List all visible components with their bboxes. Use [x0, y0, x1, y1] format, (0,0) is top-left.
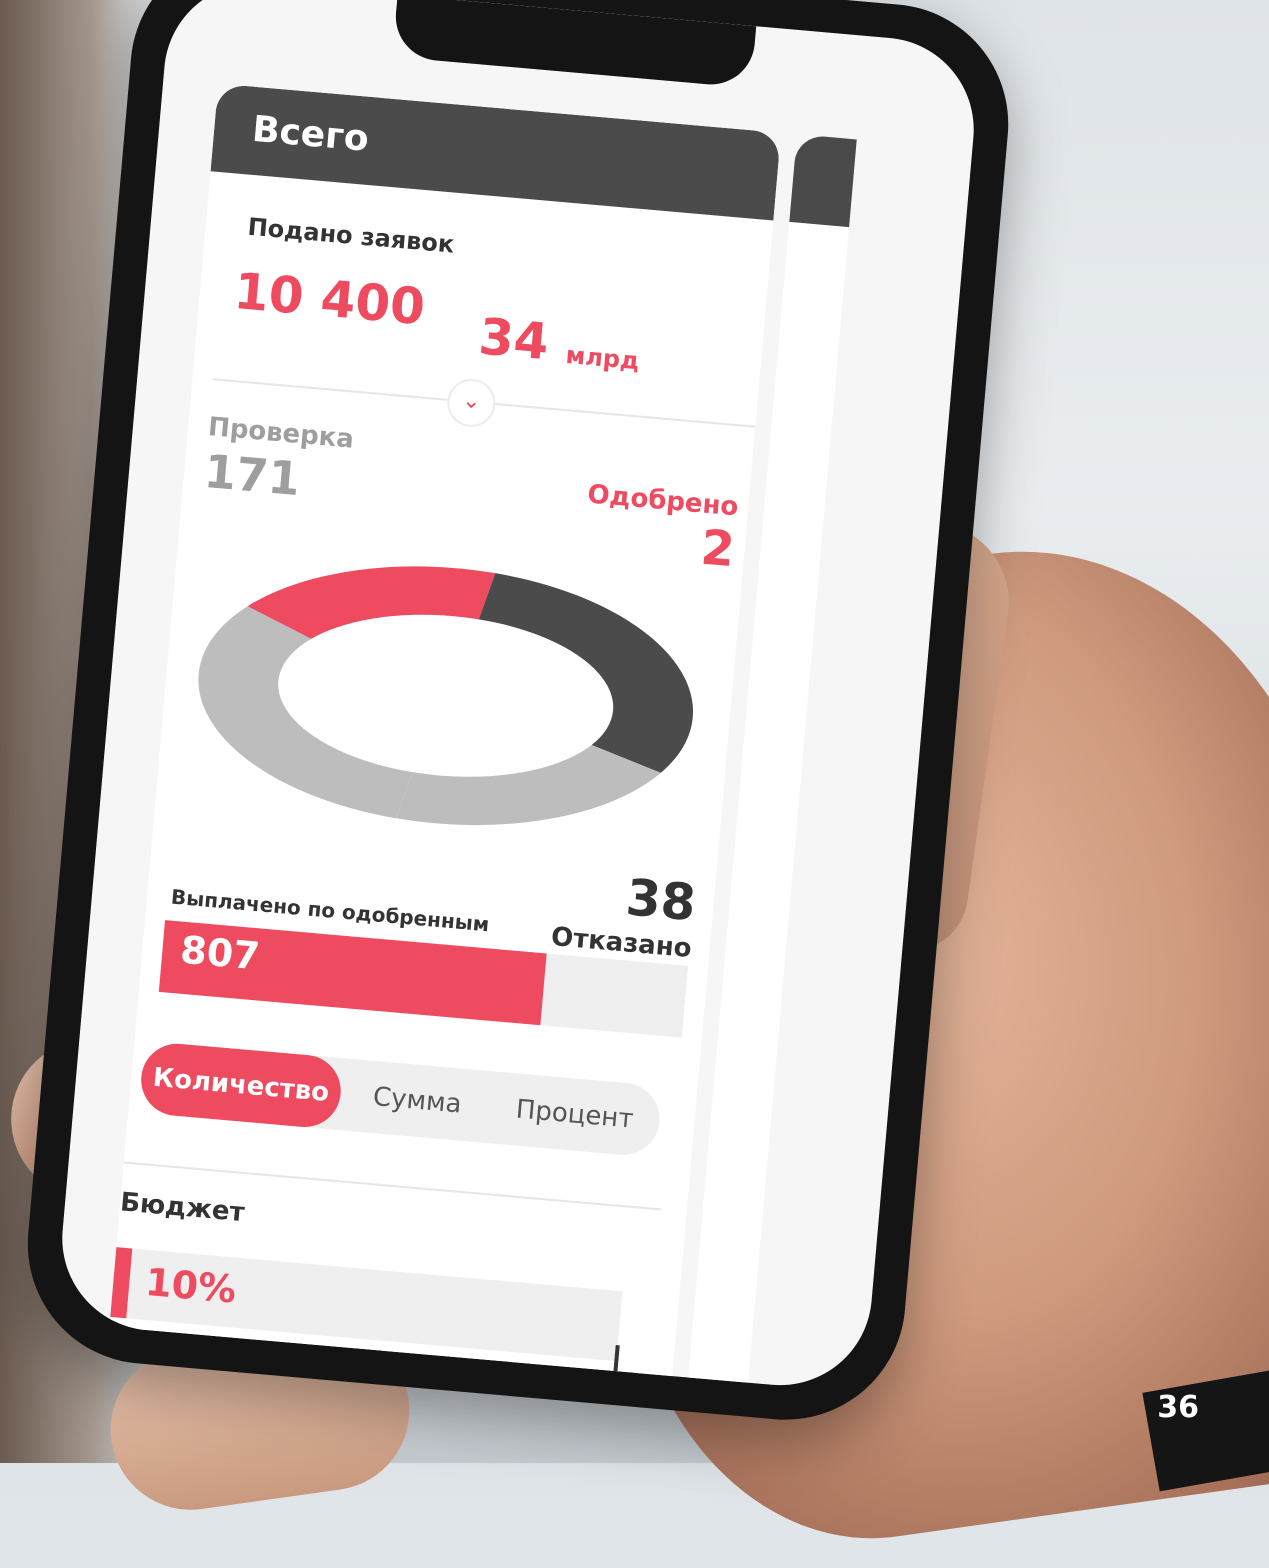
expand-button[interactable]: ⌄	[445, 376, 498, 429]
paid-value: 807	[178, 927, 262, 979]
applied-sum-value: 34	[476, 307, 552, 372]
page-number: 36	[1157, 1390, 1199, 1425]
status-donut-chart	[198, 566, 694, 826]
metric-switcher: Количество Сумма Процент	[138, 1040, 663, 1158]
budget-progress-track: 10%	[108, 1246, 623, 1362]
next-card-header	[789, 134, 857, 228]
budget-label: Бюджет	[119, 1187, 246, 1229]
phone-notch	[392, 0, 757, 89]
donut-segment-rejected	[478, 573, 694, 773]
budget-value: 10%	[143, 1259, 239, 1312]
check-value: 171	[202, 443, 303, 507]
tab-count[interactable]: Количество	[138, 1040, 344, 1130]
chevron-down-icon: ⌄	[461, 388, 482, 415]
applied-label: Подано заявок	[246, 212, 456, 259]
phone-frame: Всего Подано заявок 10 400 34 млрд ⌄ Про…	[17, 0, 1019, 1430]
applied-sum-unit: млрд	[564, 340, 641, 376]
applied-count: 10 400	[231, 261, 428, 337]
phone-screen: Всего Подано заявок 10 400 34 млрд ⌄ Про…	[54, 0, 982, 1393]
rejected-value: 38	[623, 868, 699, 933]
summary-card: Всего Подано заявок 10 400 34 млрд ⌄ Про…	[105, 83, 782, 1393]
approved-label: Одобрено	[586, 479, 740, 523]
tab-sum[interactable]: Сумма	[349, 1059, 485, 1142]
tab-percent[interactable]: Процент	[487, 1071, 663, 1158]
budget-progress-fill	[108, 1246, 133, 1319]
